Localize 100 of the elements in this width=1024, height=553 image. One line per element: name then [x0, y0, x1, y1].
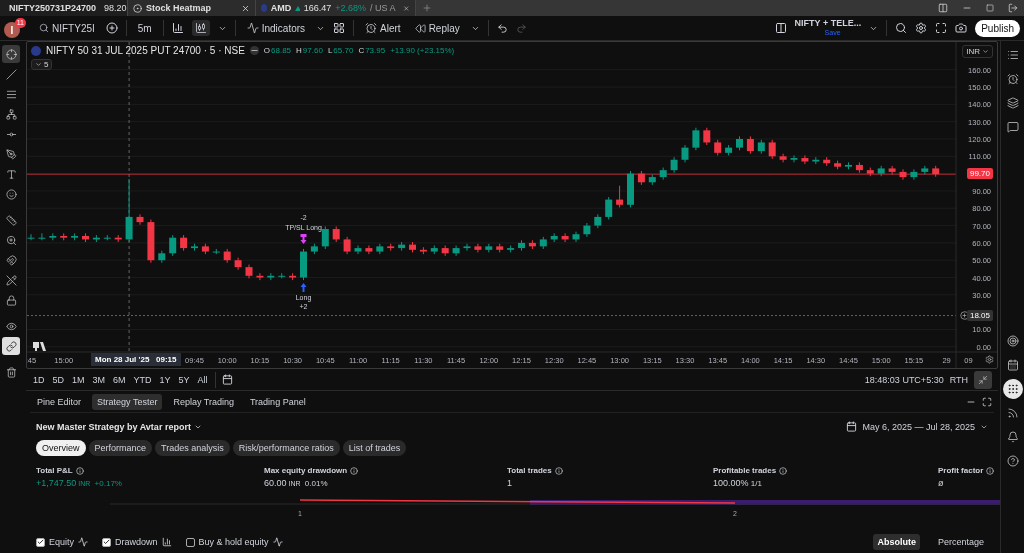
range-button[interactable]: 1Y — [158, 374, 172, 385]
crosshair-icon[interactable] — [2, 45, 20, 63]
indicators-count[interactable]: 5 — [31, 59, 53, 70]
replay-button[interactable]: Replay — [411, 20, 463, 36]
publish-button[interactable]: Publish — [975, 19, 1020, 37]
layout-name[interactable]: NIFTY + TELE... — [794, 19, 862, 28]
info-icon[interactable] — [554, 466, 563, 475]
report-tab[interactable]: Overview — [36, 440, 86, 456]
panel-tab[interactable]: Trading Panel — [244, 393, 311, 410]
ohlc-value: 73.95 — [365, 46, 386, 55]
chart-toggle[interactable]: Buy & hold equity — [185, 537, 283, 547]
candle — [103, 234, 111, 241]
info-icon[interactable] — [986, 466, 995, 475]
candle — [888, 165, 896, 175]
report-tab[interactable]: List of trades — [342, 440, 407, 456]
add-symbol-icon[interactable] — [105, 22, 118, 34]
candle — [60, 232, 68, 241]
candle — [605, 196, 613, 220]
report-tab[interactable]: Risk/performance ratios — [232, 440, 340, 456]
candle — [256, 272, 264, 281]
candle — [409, 241, 416, 253]
interval-button[interactable]: 5m — [134, 20, 155, 36]
info-icon[interactable] — [75, 466, 84, 475]
checkbox[interactable] — [36, 537, 45, 547]
close-icon[interactable] — [241, 3, 250, 13]
symbol-search[interactable]: NIFTY25I — [36, 20, 98, 36]
camera-icon[interactable] — [955, 22, 968, 34]
ohlc-label: H — [296, 46, 302, 55]
ohlc-label: C — [358, 46, 365, 55]
chart-toggle[interactable]: Equity — [36, 537, 88, 547]
collapse-icon[interactable] — [249, 46, 259, 55]
mode-button[interactable]: Absolute — [873, 534, 920, 550]
restore-icon[interactable] — [986, 4, 994, 12]
symbol-logo-icon — [261, 4, 267, 12]
candles-button[interactable] — [191, 20, 210, 36]
collapse-button[interactable] — [974, 370, 992, 389]
range-button[interactable]: 6M — [112, 374, 127, 385]
strategy-selector[interactable]: New Master Strategy by Avtar report — [36, 421, 202, 432]
grid-icon[interactable] — [1002, 379, 1023, 399]
maximize-icon[interactable] — [982, 396, 992, 407]
caret-icon — [982, 48, 989, 55]
mode-button[interactable]: Percentage — [933, 534, 988, 550]
chart-toggle[interactable]: Drawdown — [102, 537, 172, 547]
report-tab[interactable]: Trades analysis — [155, 440, 230, 456]
session-button[interactable]: RTH — [949, 374, 968, 385]
panel-tab[interactable]: Pine Editor — [32, 393, 87, 410]
up-triangle-icon — [295, 5, 300, 11]
browser-tab[interactable]: Stock Heatmap — [128, 0, 256, 16]
range-button[interactable]: 5D — [51, 374, 66, 385]
checkbox[interactable] — [102, 537, 111, 547]
alarm-icon — [365, 22, 378, 34]
candle — [746, 135, 754, 155]
candle — [659, 167, 667, 181]
indicators-button[interactable]: Indicators — [243, 20, 309, 36]
date-range-button[interactable]: May 6, 2025 — Jul 28, 2025 — [846, 421, 988, 432]
browser-tab[interactable]: NIFTY250731P24700 98.20 — [0, 0, 128, 16]
browser-tab[interactable]: AMD 166.47 +2.68% / US A — [256, 0, 416, 16]
calendar-icon[interactable] — [221, 374, 233, 385]
range-button[interactable]: 1M — [71, 374, 86, 385]
range-button[interactable]: All — [196, 374, 209, 385]
add-icon[interactable] — [960, 310, 969, 320]
fullscreen-icon[interactable] — [935, 22, 948, 34]
split-icon[interactable] — [938, 3, 948, 13]
candle — [845, 161, 852, 170]
range-button[interactable]: 5Y — [177, 374, 191, 385]
currency-button[interactable]: INR — [962, 45, 993, 58]
candle — [212, 248, 220, 255]
info-icon[interactable] — [779, 466, 788, 475]
panel-tab[interactable]: Replay Trading — [168, 393, 239, 410]
range-button[interactable]: YTD — [132, 374, 153, 385]
close-icon[interactable] — [403, 3, 410, 13]
ohlc-label: L — [327, 46, 333, 55]
candle — [855, 161, 863, 174]
candle — [158, 250, 166, 264]
candle — [518, 239, 525, 252]
checkbox[interactable] — [185, 537, 195, 547]
search-icon[interactable] — [895, 22, 908, 34]
alert-button[interactable]: Alert — [362, 20, 404, 36]
range-button[interactable]: 3M — [91, 374, 107, 385]
candle — [637, 170, 645, 186]
link-icon[interactable] — [2, 337, 20, 355]
candle — [354, 245, 362, 255]
candle — [180, 234, 188, 252]
ohlc-label: O — [263, 46, 271, 55]
bars-icon[interactable] — [171, 22, 184, 34]
settings-icon[interactable] — [985, 355, 994, 364]
settings-icon[interactable] — [915, 22, 928, 34]
templates-icon[interactable] — [333, 22, 346, 34]
report-tab[interactable]: Performance — [88, 440, 153, 456]
range-button[interactable]: 1D — [32, 374, 46, 385]
panel-tab[interactable]: Strategy Tester — [92, 393, 163, 410]
candle — [49, 232, 57, 241]
candle — [27, 233, 35, 241]
exit-icon[interactable] — [1008, 3, 1018, 13]
undo-icon[interactable] — [496, 22, 508, 34]
candle — [125, 178, 133, 243]
price-change: +13.90 (+23.15%) — [390, 46, 455, 55]
layout-icon[interactable] — [774, 22, 787, 34]
candle — [147, 219, 155, 264]
info-icon[interactable] — [350, 466, 359, 475]
